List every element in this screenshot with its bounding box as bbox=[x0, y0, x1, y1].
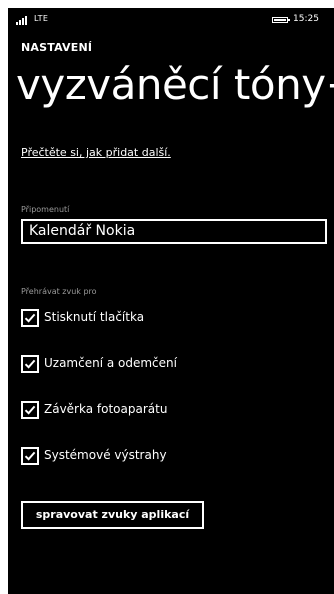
reminder-label: Připomenutí bbox=[21, 205, 70, 214]
manage-app-sounds-button[interactable]: spravovat zvuky aplikací bbox=[21, 501, 204, 529]
checkbox-label: Závěrka fotoaparátu bbox=[44, 402, 168, 416]
battery-icon bbox=[272, 17, 290, 23]
phone-screen: LTE 15:25 NASTAVENÍ vyzváněcí tóny+ Přeč… bbox=[8, 8, 334, 594]
clock: 15:25 bbox=[293, 14, 319, 24]
checkbox[interactable] bbox=[21, 309, 39, 327]
page-title: vyzváněcí tóny+ bbox=[16, 60, 334, 109]
checkmark-icon bbox=[24, 313, 36, 323]
checkbox-label: Systémové výstrahy bbox=[44, 448, 167, 462]
help-link[interactable]: Přečtěte si, jak přidat další. bbox=[21, 146, 171, 159]
checkbox[interactable] bbox=[21, 447, 39, 465]
app-title: NASTAVENÍ bbox=[21, 41, 93, 54]
checkbox-label: Uzamčení a odemčení bbox=[44, 356, 177, 370]
status-bar: LTE 15:25 bbox=[8, 8, 334, 34]
checkbox-label: Stisknutí tlačítka bbox=[44, 310, 145, 324]
checkmark-icon bbox=[24, 405, 36, 415]
checkbox[interactable] bbox=[21, 355, 39, 373]
checkmark-icon bbox=[24, 359, 36, 369]
network-type: LTE bbox=[34, 14, 49, 23]
reminder-select[interactable]: Kalendář Nokia bbox=[21, 219, 327, 244]
checkbox[interactable] bbox=[21, 401, 39, 419]
signal-bars-icon bbox=[16, 16, 30, 25]
play-sound-label: Přehrávat zvuk pro bbox=[21, 287, 97, 296]
checkmark-icon bbox=[24, 451, 36, 461]
